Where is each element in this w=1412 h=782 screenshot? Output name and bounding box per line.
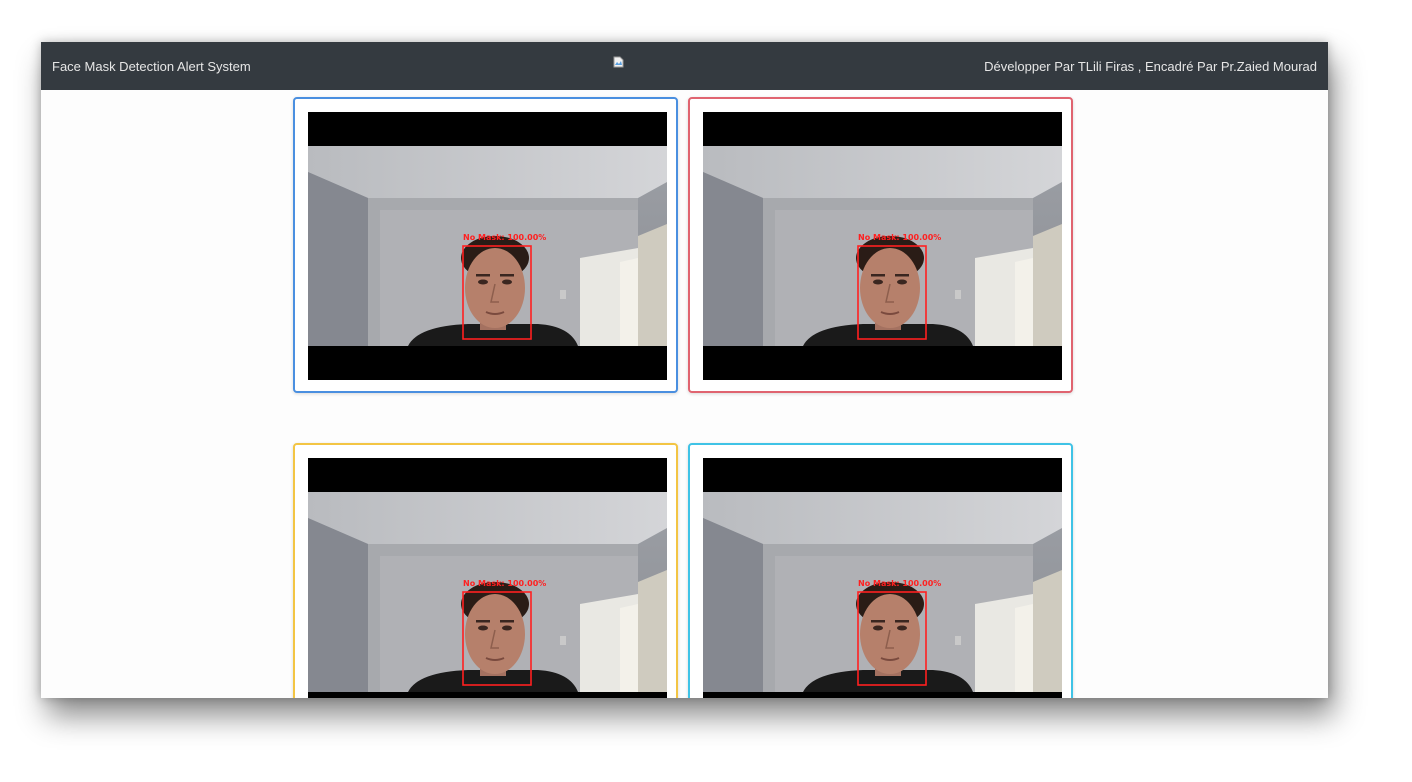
camera-card-2: No Mask: 100.00% [688,97,1073,393]
detection-label: No Mask: 100.00% [858,579,941,588]
webcam-frame: No Mask: 100.00% [703,112,1062,380]
webcam-frame: No Mask: 100.00% [308,458,667,698]
detection-label: No Mask: 100.00% [858,233,941,242]
browser-window: Face Mask Detection Alert System Dévelop… [41,42,1328,698]
camera-feed-4: No Mask: 100.00% [703,458,1062,698]
navbar-credits: Développer Par TLili Firas , Encadré Par… [984,59,1317,74]
camera-feed-3: No Mask: 100.00% [308,458,667,698]
detection-label: No Mask: 100.00% [463,233,546,242]
camera-feed-1: No Mask: 100.00% [308,112,667,380]
webcam-frame: No Mask: 100.00% [703,458,1062,698]
navbar: Face Mask Detection Alert System Dévelop… [41,42,1328,90]
detection-label: No Mask: 100.00% [463,579,546,588]
broken-image-icon [613,56,624,68]
camera-grid: No Mask: 100.00% No Mask: 100.00% No Mas… [41,90,1328,698]
webcam-frame: No Mask: 100.00% [308,112,667,380]
navbar-brand[interactable]: Face Mask Detection Alert System [52,59,251,74]
camera-card-1: No Mask: 100.00% [293,97,678,393]
camera-card-3: No Mask: 100.00% [293,443,678,698]
camera-card-4: No Mask: 100.00% [688,443,1073,698]
camera-feed-2: No Mask: 100.00% [703,112,1062,380]
